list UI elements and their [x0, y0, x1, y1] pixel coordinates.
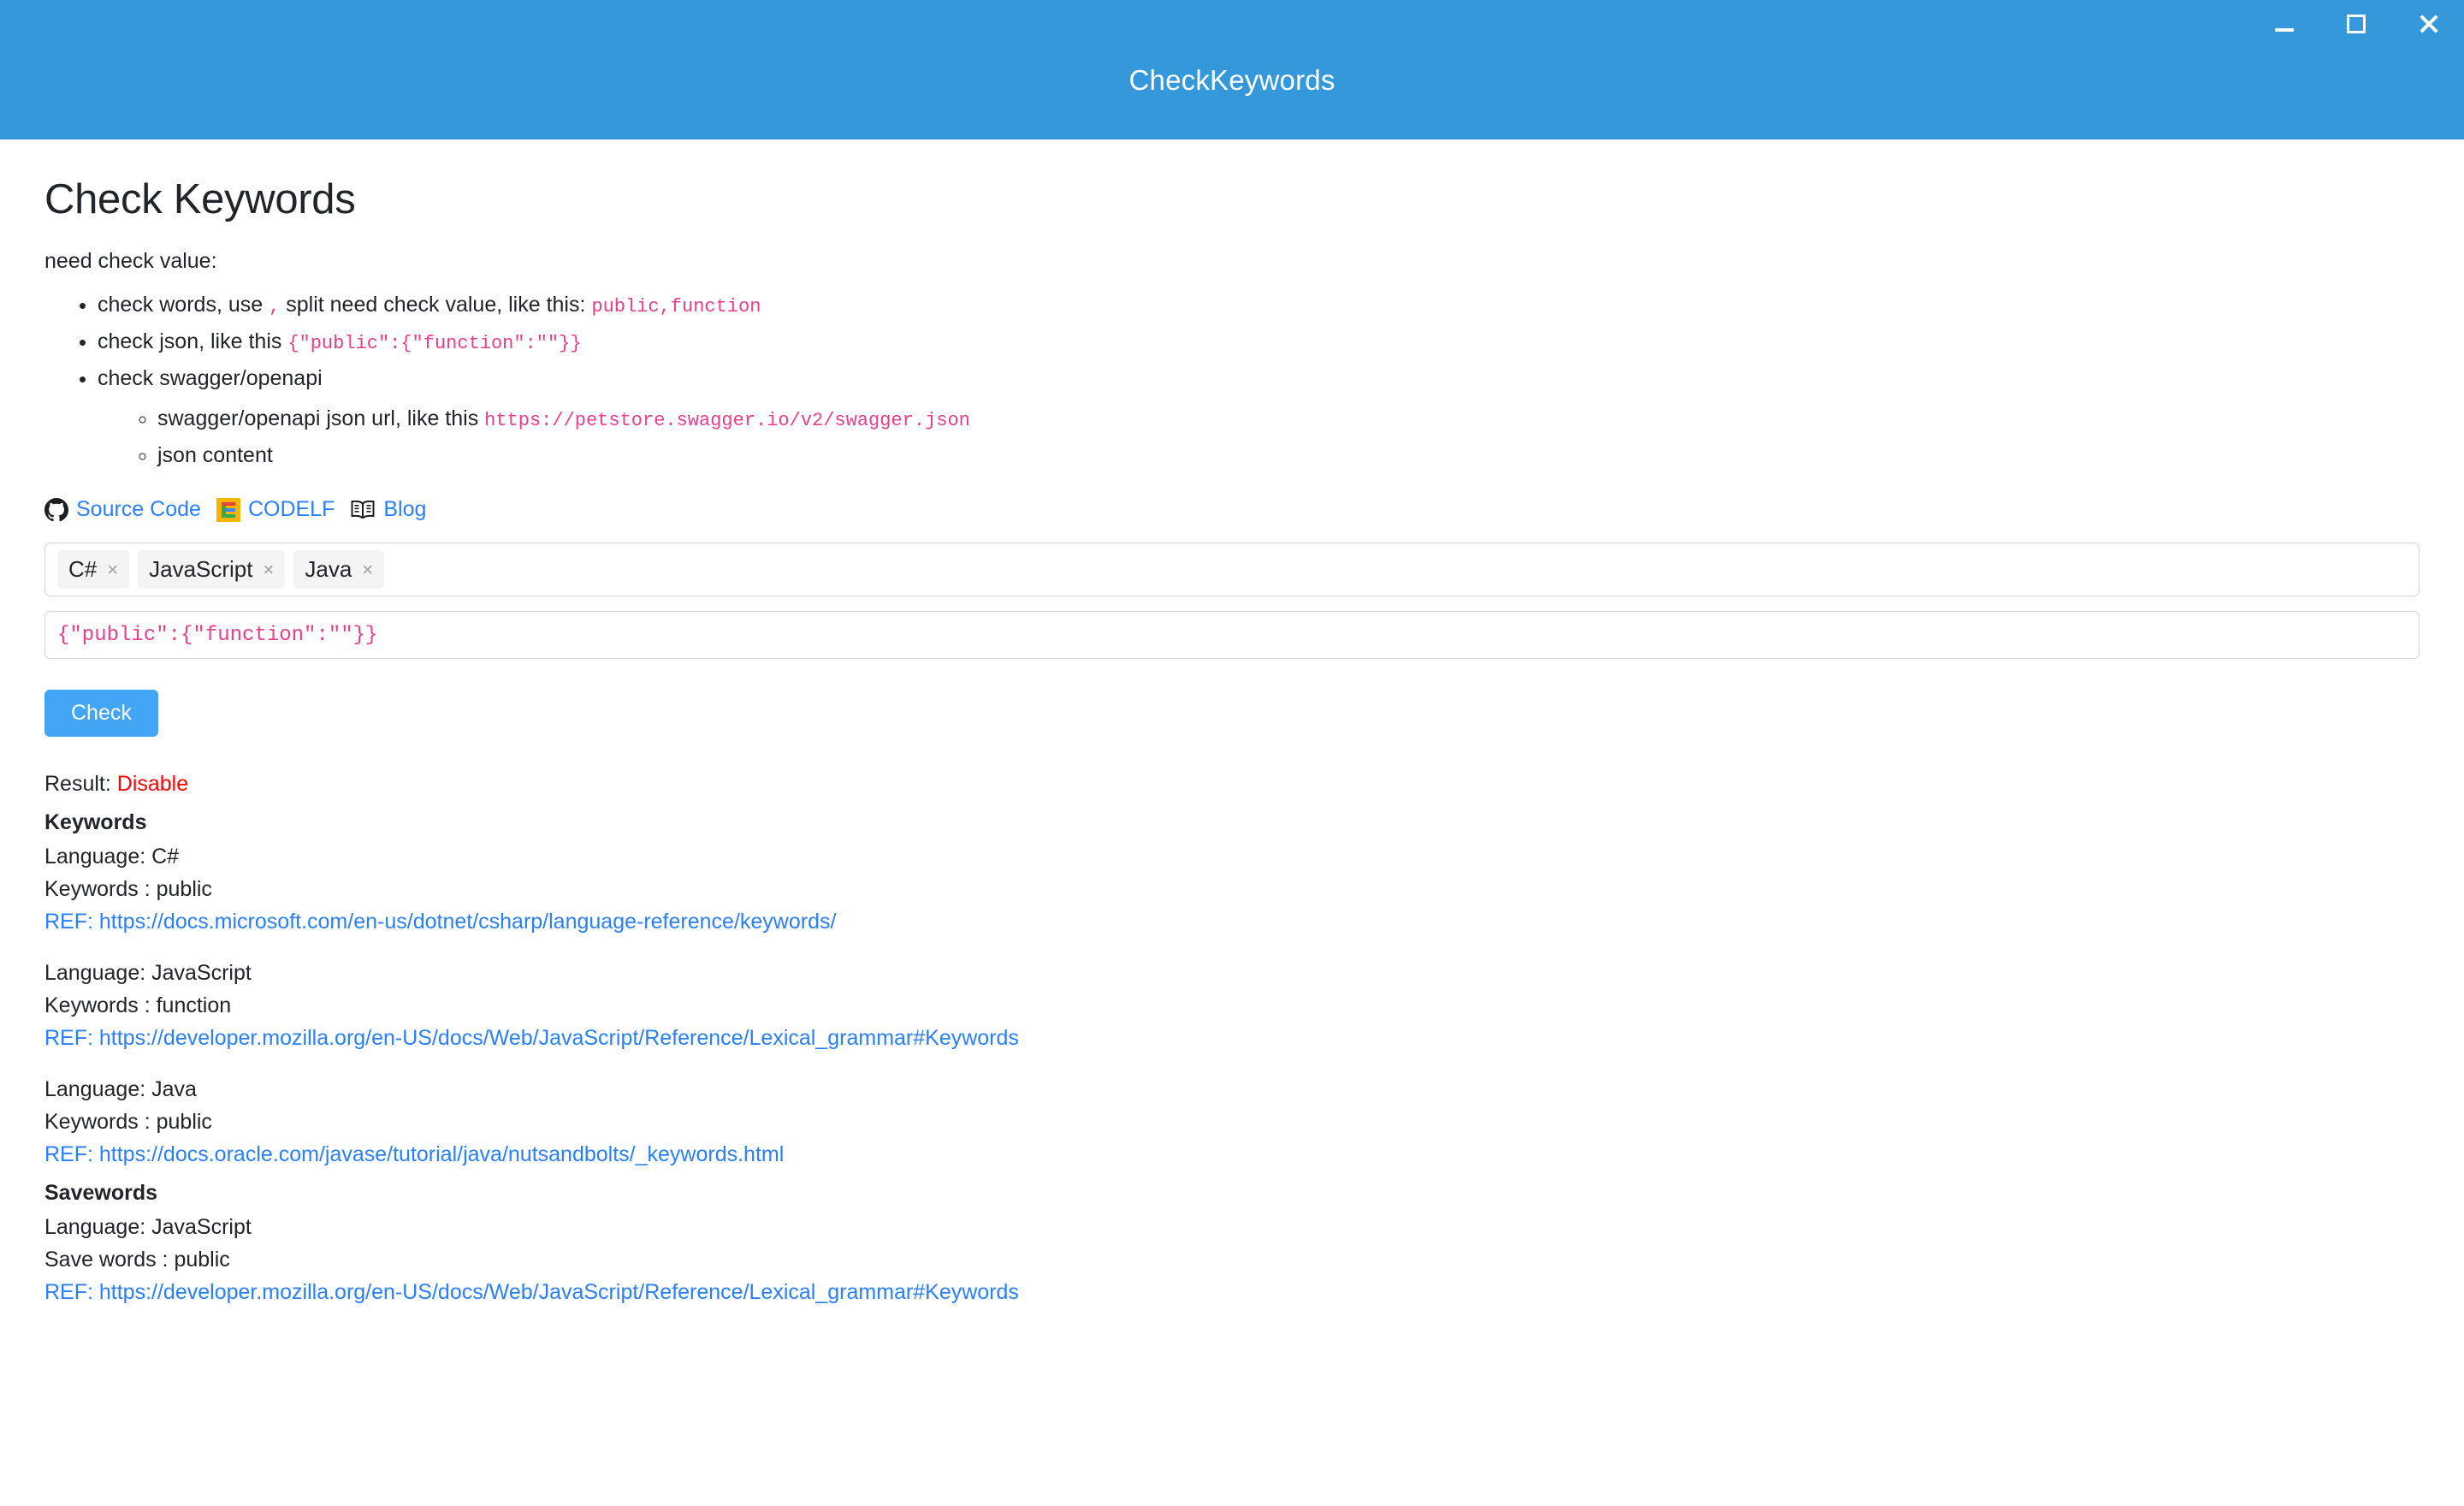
- window-title: CheckKeywords: [1128, 63, 1336, 96]
- result-ref-link[interactable]: REF: https://developer.mozilla.org/en-US…: [44, 1022, 2420, 1054]
- link-codelf[interactable]: CODELF: [248, 497, 335, 522]
- check-button[interactable]: Check: [44, 690, 158, 737]
- hint-sublist: swagger/openapi json url, like this http…: [98, 401, 2420, 473]
- external-links-row: Source Code CODELF Blog: [44, 497, 2420, 522]
- hint-code-swagger-url: https://petstore.swagger.io/v2/swagger.j…: [484, 410, 970, 431]
- tag-chip-java[interactable]: Java ×: [293, 550, 385, 589]
- minimize-icon: [2275, 28, 2294, 32]
- languages-tag-input[interactable]: C# × JavaScript × Java ×: [44, 543, 2420, 596]
- tag-label: C#: [68, 556, 98, 582]
- window-controls: [2248, 0, 2464, 53]
- result-status-badge: Disable: [116, 772, 189, 796]
- section-heading: Keywords: [44, 810, 147, 834]
- hint-item-check-swagger: check swagger/openapi swagger/openapi js…: [98, 361, 2420, 473]
- tag-chip-csharp[interactable]: C# ×: [57, 550, 130, 589]
- page-content: Check Keywords need check value: check w…: [0, 175, 2464, 1506]
- tag-remove-icon[interactable]: ×: [264, 559, 275, 581]
- hint-text: json content: [157, 443, 273, 467]
- restore-icon: [2347, 15, 2366, 33]
- codelf-icon: [216, 497, 240, 522]
- github-icon: [44, 497, 68, 521]
- link-source-code[interactable]: Source Code: [76, 497, 201, 522]
- result-language-line: Language: Java: [44, 1077, 197, 1101]
- result-block-java: Language: Java Keywords : public REF: ht…: [44, 1073, 2420, 1171]
- result-language-line: Language: JavaScript: [44, 961, 252, 985]
- result-words-line: Keywords : public: [44, 1110, 212, 1134]
- hint-subitem-swagger-url: swagger/openapi json url, like this http…: [157, 401, 2420, 438]
- hint-item-check-json: check json, like this {"public":{"functi…: [98, 324, 2420, 361]
- hint-text: swagger/openapi json url, like this: [157, 406, 485, 430]
- hint-text: check json, like this: [98, 329, 288, 353]
- check-value-text: {"public":{"function":""}}: [57, 623, 378, 647]
- hint-text: check swagger/openapi: [98, 366, 323, 390]
- tag-label: JavaScript: [149, 556, 253, 582]
- hint-item-check-words: check words, use , split need check valu…: [98, 288, 2420, 324]
- link-blog[interactable]: Blog: [383, 497, 426, 522]
- tag-chip-javascript[interactable]: JavaScript ×: [138, 550, 286, 589]
- result-block-csharp: Language: C# Keywords : public REF: http…: [44, 840, 2420, 938]
- page-title: Check Keywords: [44, 176, 356, 222]
- book-icon: [351, 500, 375, 519]
- result-ref-link[interactable]: REF: https://developer.mozilla.org/en-US…: [44, 1276, 2420, 1308]
- lead-text: need check value:: [44, 249, 217, 273]
- section-heading: Savewords: [44, 1181, 158, 1205]
- hint-subitem-json-content: json content: [157, 438, 2420, 473]
- result-block-javascript: Language: JavaScript Keywords : function…: [44, 957, 2420, 1054]
- tag-remove-icon[interactable]: ×: [107, 559, 118, 581]
- tag-label: Java: [305, 556, 352, 582]
- minimize-button[interactable]: [2248, 0, 2320, 48]
- check-value-input[interactable]: {"public":{"function":""}}: [44, 611, 2420, 659]
- result-status-line: Result: Disable: [44, 768, 2420, 800]
- hint-code-json: {"public":{"function":""}}: [287, 333, 582, 354]
- result-label: Result:: [44, 772, 111, 796]
- close-icon: [2418, 14, 2438, 34]
- result-language-line: Language: C#: [44, 845, 180, 869]
- hint-code-example: public,function: [591, 296, 761, 317]
- result-language-line: Language: JavaScript: [44, 1215, 252, 1239]
- hint-text: check words, use: [98, 293, 270, 317]
- result-ref-link[interactable]: REF: https://docs.oracle.com/javase/tuto…: [44, 1138, 2420, 1171]
- hint-code-comma: ,: [269, 296, 281, 317]
- maximize-button[interactable]: [2320, 0, 2392, 48]
- window-titlebar: CheckKeywords: [0, 0, 2464, 139]
- result-words-line: Keywords : function: [44, 993, 232, 1017]
- hint-text: split need check value, like this:: [280, 293, 592, 317]
- tag-remove-icon[interactable]: ×: [362, 559, 373, 581]
- results-section-keywords: Keywords Language: C# Keywords : public …: [44, 805, 2420, 1171]
- result-block-savewords-javascript: Language: JavaScript Save words : public…: [44, 1211, 2420, 1308]
- result-ref-link[interactable]: REF: https://docs.microsoft.com/en-us/do…: [44, 905, 2420, 938]
- result-words-line: Save words : public: [44, 1248, 230, 1272]
- close-button[interactable]: [2392, 0, 2464, 48]
- result-words-line: Keywords : public: [44, 877, 212, 901]
- hint-list: check words, use , split need check valu…: [44, 288, 2420, 473]
- results-panel: Result: Disable Keywords Language: C# Ke…: [44, 768, 2420, 1308]
- results-section-savewords: Savewords Language: JavaScript Save word…: [44, 1176, 2420, 1308]
